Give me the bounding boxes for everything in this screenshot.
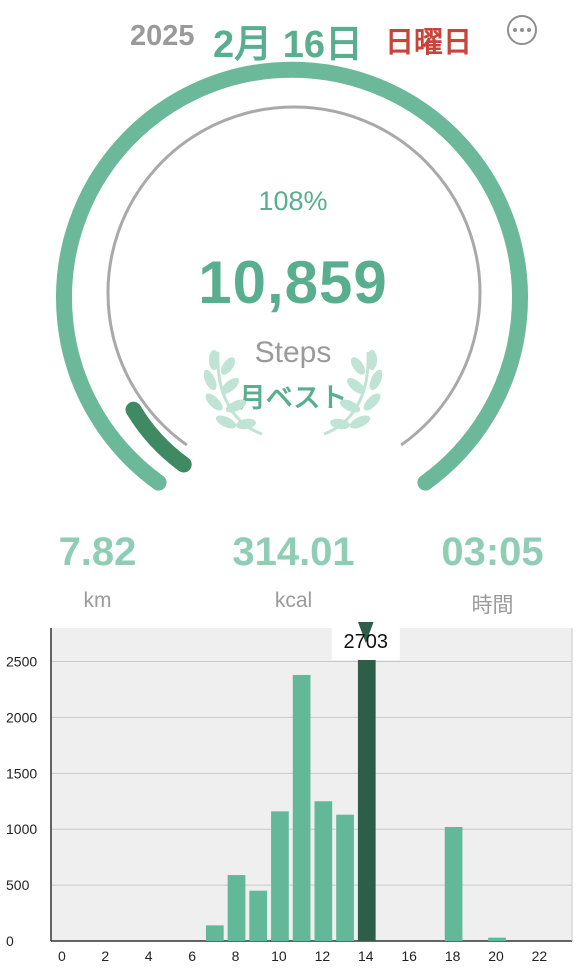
x-tick-label: 14 (358, 948, 374, 964)
goal-percent: 108% (258, 186, 328, 216)
steps-label: Steps (254, 336, 332, 369)
laurel-right-icon (323, 350, 382, 436)
ellipsis-circle-icon[interactable] (507, 15, 537, 45)
y-tick-label: 0 (6, 933, 14, 949)
tooltip-value: 2703 (344, 631, 389, 653)
bar[interactable] (271, 811, 289, 941)
y-tick-label: 500 (6, 877, 30, 893)
progress-ring: 108% 10,859 Steps 月ベスト (0, 60, 586, 520)
bar[interactable] (227, 875, 246, 941)
stat-calories-unit: kcal (274, 589, 313, 612)
x-tick-label: 16 (401, 948, 417, 964)
y-tick-label: 2000 (6, 709, 37, 725)
laurel-left-icon (204, 350, 263, 436)
x-tick-label: 2 (101, 948, 109, 964)
x-tick-label: 22 (532, 948, 548, 964)
x-tick-label: 0 (58, 948, 66, 964)
bar[interactable] (336, 814, 354, 941)
monthly-best-label: 月ベスト (238, 383, 348, 413)
x-tick-label: 20 (488, 948, 504, 964)
stat-duration-value: 03:05 (441, 530, 544, 574)
bar[interactable] (444, 826, 463, 941)
x-tick-label: 6 (188, 948, 196, 964)
bar[interactable] (488, 937, 506, 941)
y-tick-label: 2500 (6, 654, 37, 670)
header-weekday: 日曜日 (385, 27, 473, 59)
stat-distance: 7.82 km (0, 530, 195, 613)
bar[interactable] (314, 801, 333, 941)
stat-calories: 314.01 kcal (196, 530, 391, 613)
stat-distance-unit: km (83, 589, 112, 612)
bar[interactable] (292, 674, 311, 941)
bar[interactable] (249, 890, 268, 941)
steps-count: 10,859 (198, 249, 388, 316)
stat-distance-value: 7.82 (58, 530, 137, 574)
stat-duration: 03:05 時間 (395, 530, 586, 619)
x-tick-label: 10 (271, 948, 287, 964)
hourly-steps-chart-svg: 0 500 1000 1500 2000 2500 0 2 4 6 8 10 12 14 16 18 20 22 2… (6, 618, 573, 964)
hourly-steps-chart[interactable]: 0 500 1000 1500 2000 2500 0 2 4 6 8 10 12 14 16 18 20 22 2… (0, 618, 586, 975)
bar-selected[interactable] (357, 638, 376, 941)
y-tick-label: 1500 (6, 765, 37, 781)
x-tick-label: 4 (145, 948, 153, 964)
header-year: 2025 (130, 20, 195, 52)
chart-plot-area (51, 628, 572, 941)
bar[interactable] (205, 925, 224, 941)
x-tick-label: 12 (315, 948, 331, 964)
stat-duration-unit: 時間 (471, 594, 514, 617)
x-tick-label: 8 (232, 948, 240, 964)
y-tick-label: 1000 (6, 821, 37, 837)
x-tick-label: 18 (445, 948, 461, 964)
stat-calories-value: 314.01 (232, 530, 355, 574)
